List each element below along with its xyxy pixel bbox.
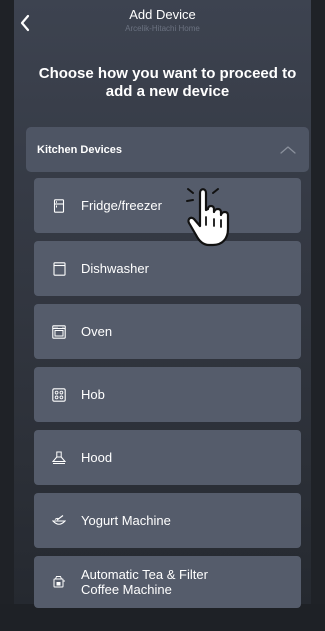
fridge-icon [52, 198, 66, 213]
device-label: Yogurt Machine [81, 513, 171, 528]
device-hood[interactable]: Hood [34, 430, 301, 485]
device-hob[interactable]: Hob [34, 367, 301, 422]
device-label: Dishwasher [81, 261, 149, 276]
yogurt-machine-icon [52, 514, 66, 528]
device-label: Hob [81, 387, 105, 402]
page-subtitle: Arcelik-Hitachi Home [125, 24, 200, 33]
instruction-heading: Choose how you want to proceed to add a … [38, 65, 297, 100]
tea-coffee-machine-icon [52, 575, 66, 589]
category-label: Kitchen Devices [37, 143, 122, 156]
category-kitchen-devices[interactable]: Kitchen Devices [26, 127, 309, 172]
device-fridge-freezer[interactable]: Fridge/freezer [34, 178, 301, 233]
left-frame [0, 0, 14, 631]
add-device-screen: Add Device Arcelik-Hitachi Home Choose h… [0, 0, 325, 631]
top-bar: Add Device Arcelik-Hitachi Home [0, 0, 325, 48]
device-yogurt-machine[interactable]: Yogurt Machine [34, 493, 301, 548]
device-label-line2: Coffee Machine [81, 582, 172, 597]
device-label: Oven [81, 324, 113, 339]
bottom-area [0, 604, 325, 631]
device-oven[interactable]: Oven [34, 304, 301, 359]
device-tea-coffee-machine[interactable]: Automatic Tea & Filter Coffee Machine [34, 556, 301, 608]
page-title: Add Device [129, 7, 196, 22]
hob-icon [52, 387, 66, 402]
device-label: Automatic Tea & Filter Coffee Machine [81, 567, 208, 597]
hood-icon [52, 451, 66, 465]
oven-icon [52, 324, 66, 339]
device-label: Fridge/freezer [81, 198, 162, 213]
device-dishwasher[interactable]: Dishwasher [34, 241, 301, 296]
device-label-line1: Automatic Tea & Filter [81, 567, 208, 582]
chevron-up-icon[interactable] [279, 144, 297, 156]
dishwasher-icon [52, 261, 66, 276]
device-label: Hood [81, 450, 113, 465]
right-frame [311, 0, 325, 631]
